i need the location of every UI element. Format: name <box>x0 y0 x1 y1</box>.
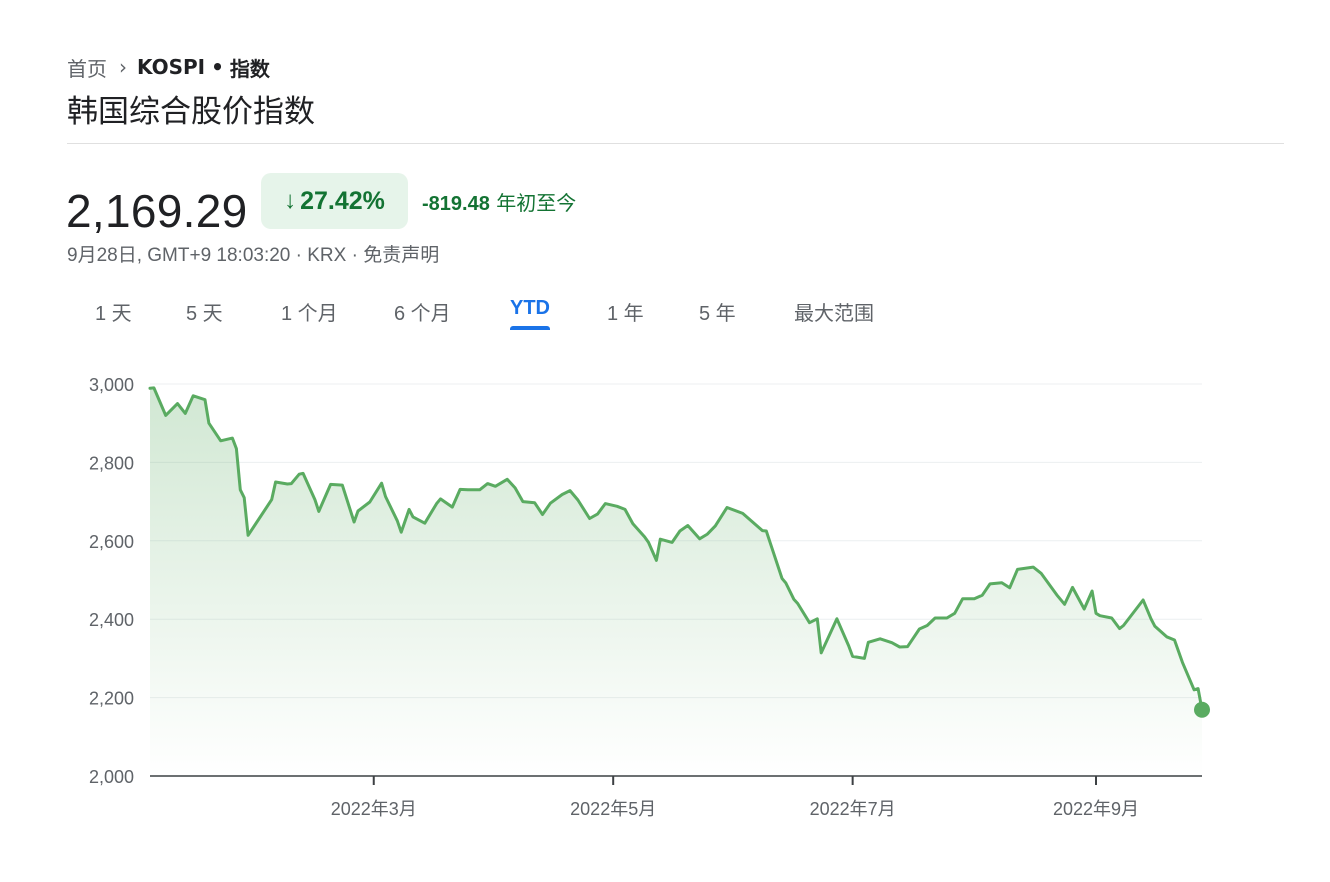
y-tick-label: 2,200 <box>89 689 134 709</box>
x-tick-label: 2022年7月 <box>810 799 896 819</box>
page-title: 韩国综合股价指数 <box>67 94 315 130</box>
price-area-fill <box>150 387 1202 776</box>
tab-5-days[interactable]: 5 天 <box>186 297 223 336</box>
disclaimer-link[interactable]: 免责声明 <box>363 245 439 266</box>
tab-1-month[interactable]: 1 个月 <box>281 297 338 336</box>
change-absolute-value: -819.48 <box>422 193 490 215</box>
x-tick-label: 2022年9月 <box>1053 799 1139 819</box>
tab-6-months[interactable]: 6 个月 <box>394 297 451 336</box>
header-divider <box>67 143 1284 144</box>
y-tick-label: 2,800 <box>89 453 134 473</box>
y-tick-label: 3,000 <box>89 375 134 395</box>
y-tick-label: 2,600 <box>89 532 134 552</box>
x-tick-label: 2022年5月 <box>570 799 656 819</box>
y-tick-label: 2,000 <box>89 767 134 787</box>
breadcrumb-dot: • <box>211 55 224 79</box>
timestamp-text: 9月28日, GMT+9 18:03:20 · KRX · <box>67 245 364 266</box>
range-tabs: 1 天 5 天 1 个月 6 个月 YTD 1 年 5 年 最大范围 <box>67 297 967 337</box>
y-tick-label: 2,400 <box>89 610 134 630</box>
breadcrumb-type: 指数 <box>229 56 270 81</box>
change-absolute: -819.48 年初至今 <box>422 187 576 216</box>
latest-price-point[interactable] <box>1194 701 1210 718</box>
change-percent-badge: ↓ 27.42% <box>261 173 408 229</box>
tab-ytd[interactable]: YTD <box>510 297 550 330</box>
breadcrumb: 首页 › KOSPI • 指数 <box>67 52 270 82</box>
chevron-right-icon: › <box>119 55 127 79</box>
tab-max[interactable]: 最大范围 <box>794 297 874 336</box>
tab-1-year[interactable]: 1 年 <box>607 297 644 336</box>
tab-1-day[interactable]: 1 天 <box>95 297 132 336</box>
price-chart[interactable]: 3,000 2,800 2,600 2,400 2,200 2,000 2022年3月 20… <box>0 355 1330 835</box>
tab-5-years[interactable]: 5 年 <box>699 297 736 336</box>
breadcrumb-home-link[interactable]: 首页 <box>67 53 107 82</box>
current-price: 2,169.29 <box>66 185 248 237</box>
change-percent-value: 27.42% <box>300 186 385 215</box>
change-period-label: 年初至今 <box>496 191 577 215</box>
x-tick-label: 2022年3月 <box>331 799 417 819</box>
breadcrumb-symbol: KOSPI <box>137 55 206 79</box>
arrow-down-icon: ↓ <box>284 187 297 214</box>
quote-timestamp: 9月28日, GMT+9 18:03:20 · KRX · 免责声明 <box>67 240 439 267</box>
